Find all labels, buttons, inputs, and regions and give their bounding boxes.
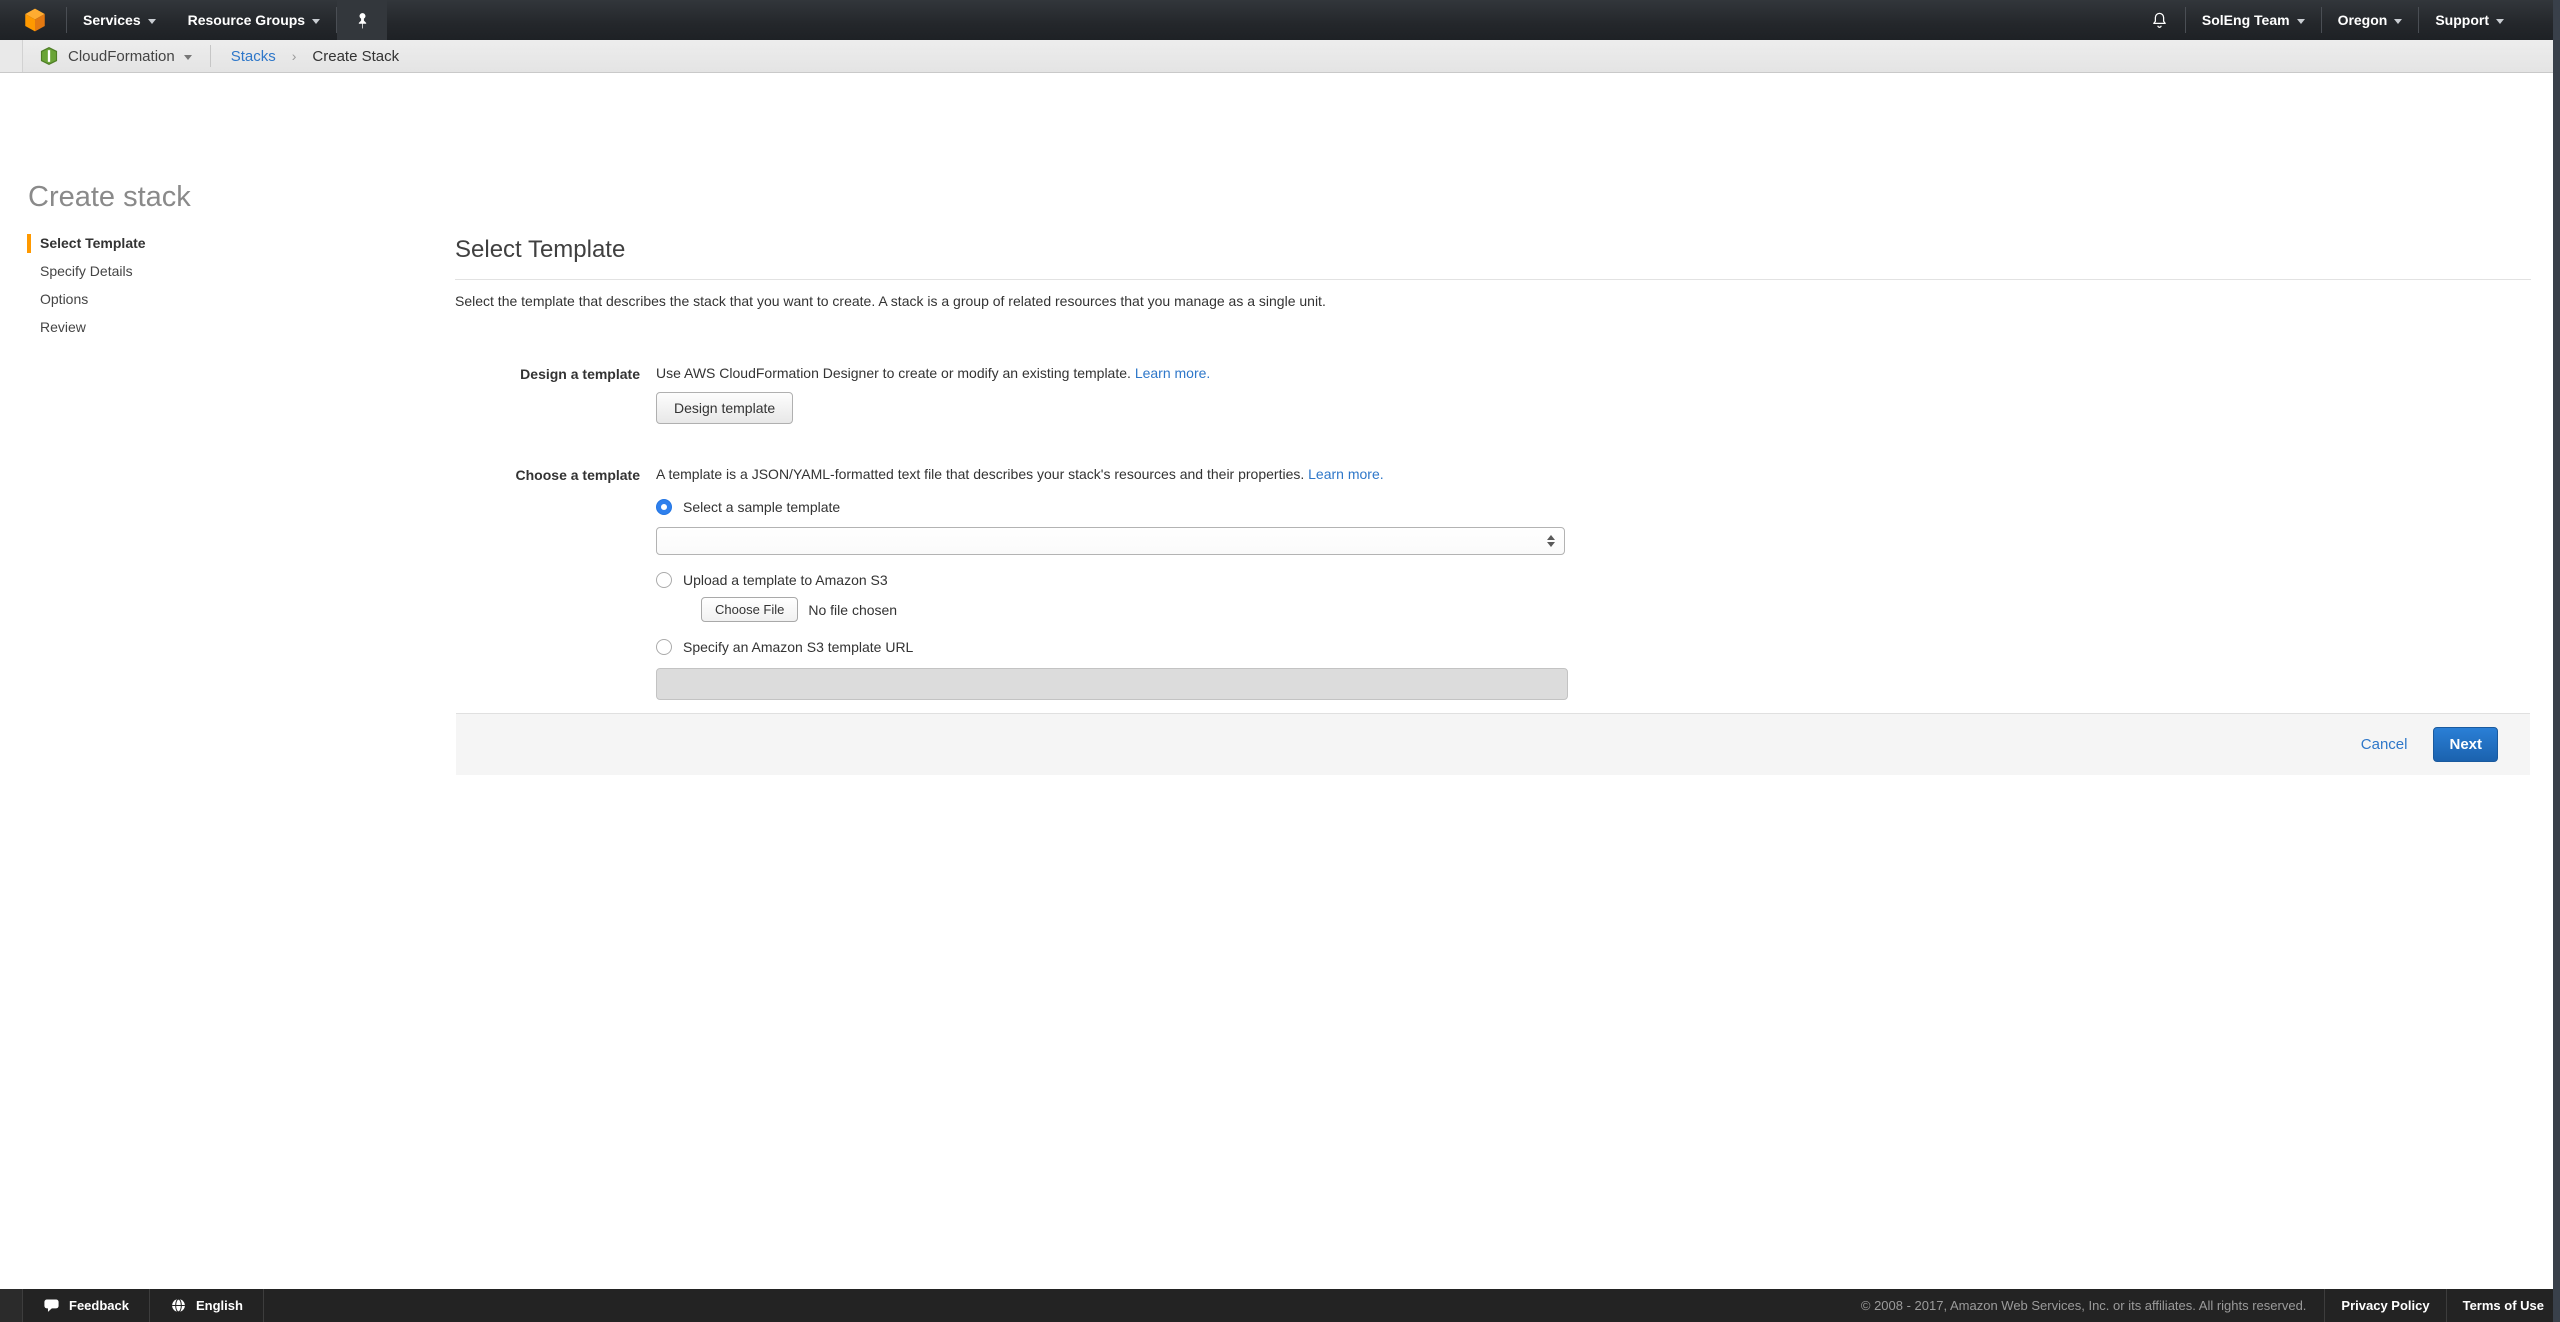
- file-status-text: No file chosen: [808, 602, 897, 618]
- support-menu[interactable]: Support: [2419, 0, 2520, 40]
- breadcrumb-current-page: Create Stack: [300, 48, 399, 65]
- next-button[interactable]: Next: [2433, 727, 2498, 762]
- aws-logo[interactable]: [0, 0, 66, 40]
- select-stepper-icon: [1547, 535, 1555, 547]
- resource-groups-label: Resource Groups: [188, 12, 305, 28]
- radio-button-unselected[interactable]: [656, 572, 672, 588]
- choose-file-button[interactable]: Choose File: [701, 597, 798, 622]
- language-label: English: [196, 1298, 243, 1313]
- feedback-label: Feedback: [69, 1298, 129, 1313]
- design-learn-more-link[interactable]: Learn more.: [1135, 365, 1210, 381]
- wizard-steps: Select Template Specify Details Options …: [27, 236, 146, 348]
- choose-template-label: Choose a template: [455, 466, 640, 700]
- chevron-down-icon: [184, 55, 192, 60]
- heading-divider: [455, 279, 2531, 280]
- design-template-label: Design a template: [455, 365, 640, 424]
- account-menu[interactable]: SolEng Team: [2186, 0, 2321, 40]
- radio-specify-url[interactable]: Specify an Amazon S3 template URL: [656, 639, 2531, 655]
- feedback-button[interactable]: Feedback: [23, 1289, 149, 1322]
- chevron-down-icon: [312, 19, 320, 24]
- services-label: Services: [83, 12, 141, 28]
- cloudformation-service-menu[interactable]: CloudFormation: [23, 40, 210, 72]
- cancel-button[interactable]: Cancel: [2361, 736, 2408, 753]
- sample-template-select[interactable]: [656, 527, 1565, 555]
- template-url-input[interactable]: [656, 668, 1568, 700]
- file-upload-control: Choose File No file chosen: [701, 597, 2531, 622]
- pushpin-icon: [354, 12, 371, 29]
- main-content-area: Create stack Select Template Specify Det…: [0, 73, 2560, 1290]
- chevron-down-icon: [2394, 19, 2402, 24]
- radio-select-sample-template[interactable]: Select a sample template: [656, 499, 2531, 515]
- radio-button-selected[interactable]: [656, 499, 672, 515]
- select-template-panel: Select Template Select the template that…: [455, 236, 2531, 742]
- account-label: SolEng Team: [2202, 12, 2290, 28]
- page-title: Create stack: [28, 181, 191, 214]
- section-intro-text: Select the template that describes the s…: [455, 293, 2531, 309]
- chevron-down-icon: [2496, 19, 2504, 24]
- support-label: Support: [2435, 12, 2489, 28]
- breadcrumb: CloudFormation Stacks › Create Stack: [0, 40, 2560, 73]
- breadcrumb-stacks-link[interactable]: Stacks: [211, 48, 288, 65]
- privacy-policy-link[interactable]: Privacy Policy: [2325, 1289, 2445, 1322]
- footer-left-spacer: [0, 1289, 23, 1322]
- pin-shortcuts-button[interactable]: [337, 0, 387, 40]
- step-select-template[interactable]: Select Template: [27, 236, 146, 251]
- choose-template-row: Choose a template A template is a JSON/Y…: [455, 466, 2531, 700]
- copyright-text: © 2008 - 2017, Amazon Web Services, Inc.…: [1843, 1298, 2325, 1313]
- cloudformation-icon: [39, 46, 59, 66]
- step-specify-details[interactable]: Specify Details: [27, 264, 146, 279]
- speech-bubble-icon: [43, 1297, 60, 1314]
- radio-upload-template-label: Upload a template to Amazon S3: [683, 572, 888, 588]
- language-button[interactable]: English: [150, 1289, 263, 1322]
- chevron-down-icon: [2297, 19, 2305, 24]
- region-menu[interactable]: Oregon: [2322, 0, 2419, 40]
- console-footer: Feedback English © 2008 - 2017, Amazon W…: [0, 1289, 2560, 1322]
- top-navigation-bar: Services Resource Groups SolEng Team: [0, 0, 2560, 40]
- choose-template-description: A template is a JSON/YAML-formatted text…: [656, 466, 1304, 482]
- breadcrumb-left-spacer: [0, 40, 23, 72]
- region-label: Oregon: [2338, 12, 2388, 28]
- radio-specify-url-label: Specify an Amazon S3 template URL: [683, 639, 913, 655]
- globe-icon: [170, 1297, 187, 1314]
- aws-cube-icon: [22, 7, 48, 33]
- radio-button-unselected[interactable]: [656, 639, 672, 655]
- step-review[interactable]: Review: [27, 320, 146, 335]
- design-template-description: Use AWS CloudFormation Designer to creat…: [656, 365, 1131, 381]
- chevron-down-icon: [148, 19, 156, 24]
- terms-of-use-link[interactable]: Terms of Use: [2447, 1289, 2560, 1322]
- resource-groups-menu[interactable]: Resource Groups: [172, 0, 336, 40]
- wizard-action-bar: Cancel Next: [456, 713, 2530, 775]
- browser-scrollbar[interactable]: [2553, 0, 2560, 1322]
- radio-upload-template[interactable]: Upload a template to Amazon S3: [656, 572, 2531, 588]
- notifications-button[interactable]: [2134, 0, 2185, 40]
- design-template-row: Design a template Use AWS CloudFormation…: [455, 365, 2531, 424]
- bell-icon: [2150, 11, 2169, 30]
- design-template-button[interactable]: Design template: [656, 392, 793, 424]
- footer-divider: [263, 1289, 264, 1322]
- breadcrumb-service-label: CloudFormation: [68, 48, 175, 65]
- radio-sample-template-label: Select a sample template: [683, 499, 840, 515]
- breadcrumb-separator: ›: [288, 48, 301, 64]
- choose-learn-more-link[interactable]: Learn more.: [1308, 466, 1383, 482]
- step-options[interactable]: Options: [27, 292, 146, 307]
- services-menu[interactable]: Services: [67, 0, 172, 40]
- section-heading: Select Template: [455, 236, 2531, 264]
